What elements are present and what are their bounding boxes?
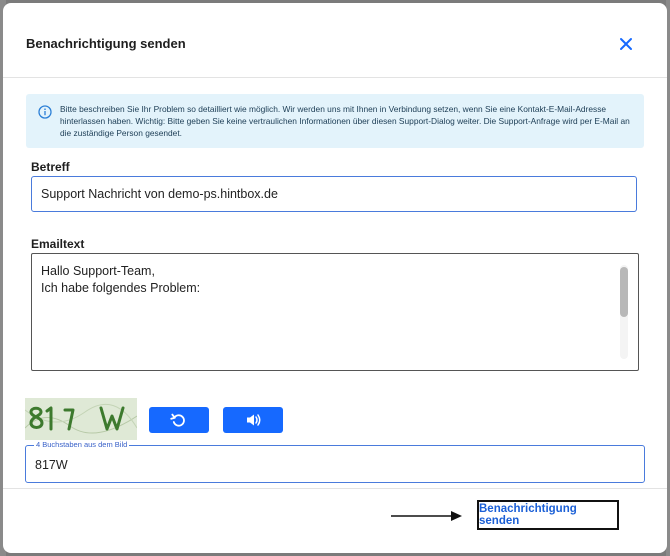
captcha-input-value: 817W — [35, 458, 68, 472]
close-button[interactable] — [617, 35, 635, 53]
captcha-input-field[interactable]: 4 Buchstaben aus dem Bild 817W — [25, 440, 645, 483]
email-textarea-content: Hallo Support-Team, Ich habe folgendes P… — [41, 264, 201, 295]
speaker-icon — [247, 414, 261, 426]
send-notification-button[interactable]: Benachrichtigung senden — [477, 500, 619, 530]
audio-captcha-button[interactable] — [223, 407, 283, 433]
info-text: Bitte beschreiben Sie Ihr Problem so det… — [60, 104, 630, 138]
email-textarea[interactable]: Hallo Support-Team, Ich habe folgendes P… — [31, 253, 639, 371]
subject-input[interactable] — [31, 176, 637, 212]
captcha-field-label: 4 Buchstaben aus dem Bild — [34, 440, 130, 449]
notification-dialog: Benachrichtigung senden Bitte beschreibe… — [3, 3, 667, 553]
refresh-icon — [170, 413, 185, 427]
info-alert: Bitte beschreiben Sie Ihr Problem so det… — [26, 94, 644, 148]
subject-label: Betreff — [31, 160, 70, 174]
textarea-scrollbar-thumb[interactable] — [620, 267, 628, 317]
arrow-right-icon — [391, 511, 462, 521]
textarea-scrollbar[interactable] — [620, 265, 628, 359]
info-icon — [38, 105, 52, 119]
dialog-title: Benachrichtigung senden — [26, 36, 186, 51]
captcha-image — [25, 398, 137, 440]
dialog-header: Benachrichtigung senden — [3, 3, 667, 78]
close-icon — [620, 38, 632, 50]
email-text-label: Emailtext — [31, 237, 85, 251]
refresh-captcha-button[interactable] — [149, 407, 209, 433]
